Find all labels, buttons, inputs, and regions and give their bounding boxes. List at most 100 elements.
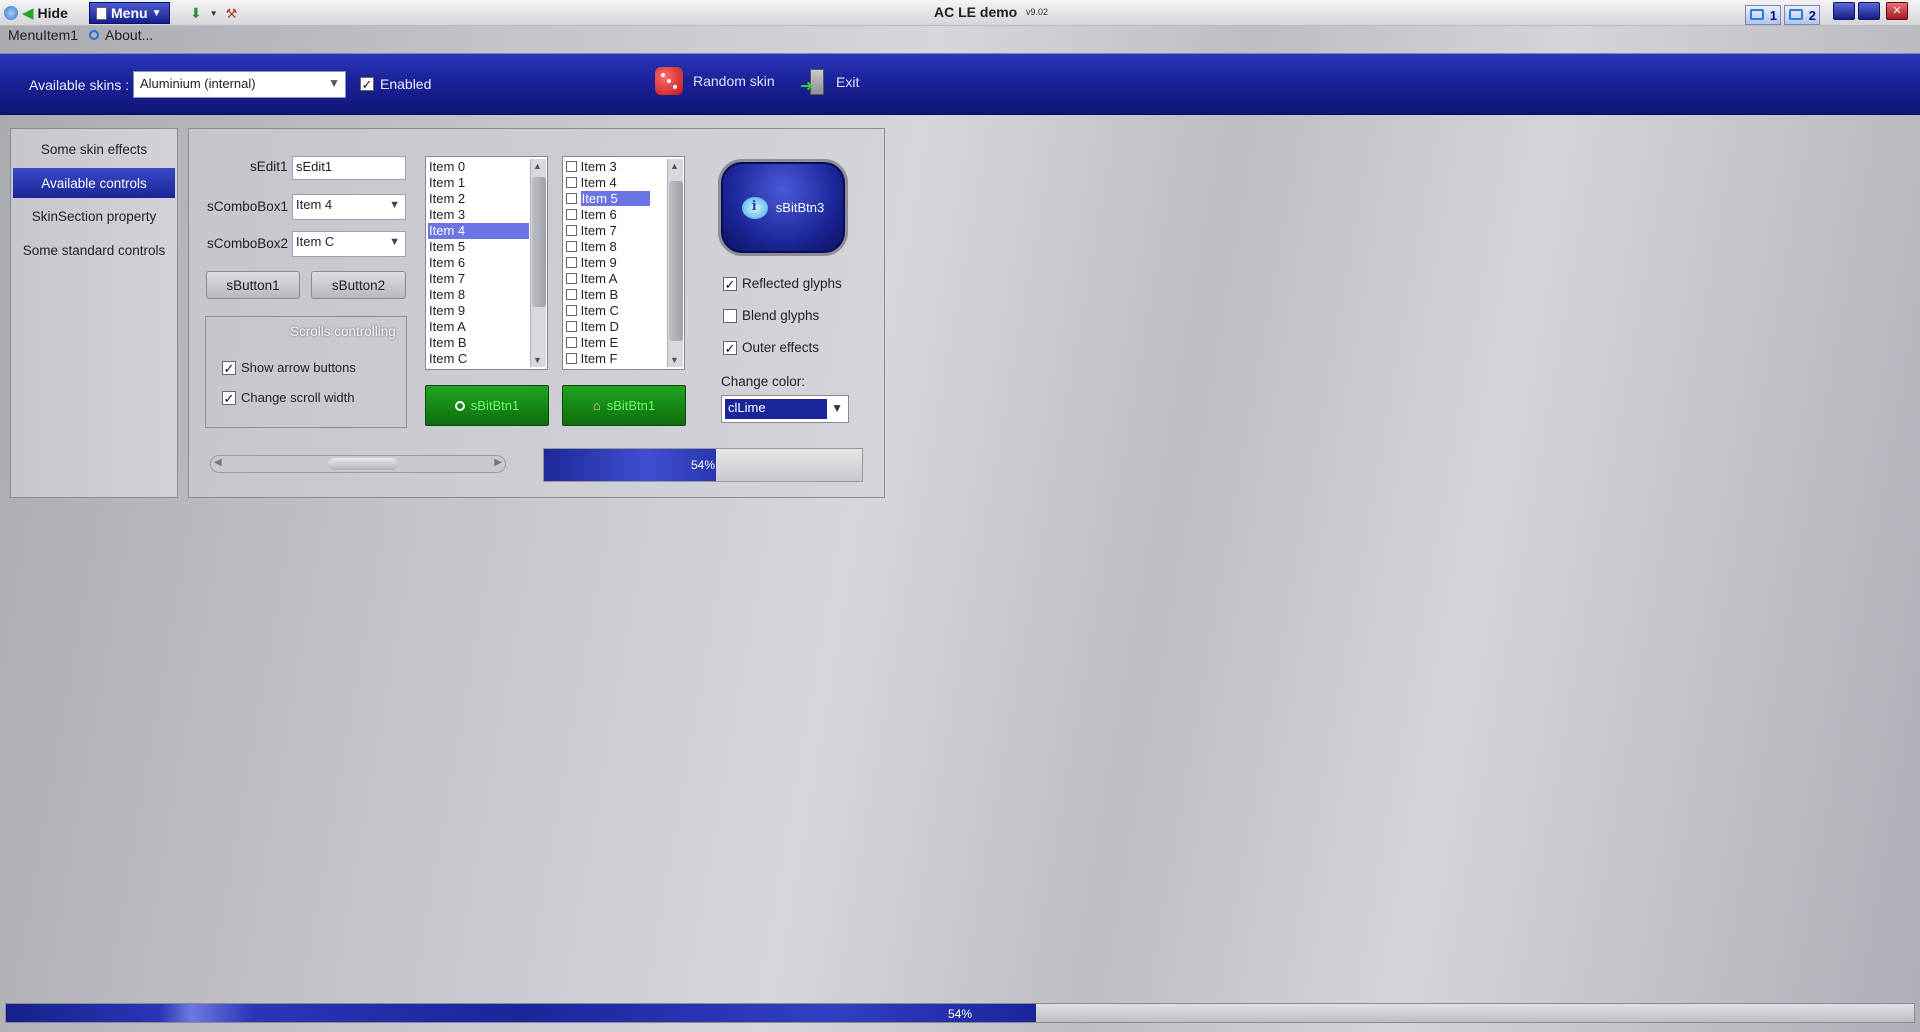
sedit1-input[interactable]: sEdit1 (292, 156, 406, 180)
list-item[interactable]: Item A (428, 319, 466, 335)
scroll-thumb[interactable] (328, 458, 398, 470)
color-select[interactable]: clLime ▼ (721, 395, 849, 423)
sbutton2[interactable]: sButton2 (311, 271, 406, 299)
list-item[interactable]: Item 2 (428, 191, 465, 207)
monitor-1-button[interactable]: 1 (1745, 5, 1781, 25)
checklist-item[interactable]: Item E (565, 335, 618, 351)
scombobox2-value: Item C (296, 234, 335, 249)
minimize-button[interactable] (1833, 2, 1855, 20)
exit-label: Exit (836, 74, 860, 90)
sidebar-item-skinsection-property[interactable]: SkinSection property (13, 201, 175, 231)
checklist-item[interactable]: Item 4 (565, 175, 617, 191)
menu-item-1[interactable]: MenuItem1 (8, 27, 78, 43)
checklist-item[interactable]: Item 7 (565, 223, 617, 239)
sbitbtn1-magnifier[interactable]: sBitBtn1 (425, 385, 549, 426)
scombobox1-select[interactable]: Item 4 ▼ (292, 194, 406, 220)
scroll-up-icon[interactable]: ▲ (533, 161, 542, 171)
checklist-item[interactable]: Item F (565, 351, 617, 367)
list-item[interactable]: Item 1 (428, 175, 465, 191)
checklist-scrollbar[interactable]: ▲ ▼ (667, 159, 683, 367)
sbitbtn3-label: sBitBtn3 (775, 200, 825, 215)
sedit1-label: sEdit1 (250, 159, 288, 174)
scroll-left-icon[interactable]: ◀ (214, 457, 222, 468)
random-skin-button[interactable]: Random skin (655, 67, 775, 95)
checklist-checkbox[interactable] (566, 353, 577, 364)
checklist-checkbox[interactable] (566, 241, 577, 252)
list-item[interactable]: Item B (428, 335, 467, 351)
skin-select-value: Aluminium (internal) (140, 76, 256, 91)
checklist-checkbox[interactable] (566, 321, 577, 332)
checklist-checkbox[interactable] (566, 177, 577, 188)
exit-button[interactable]: ➜ Exit (800, 69, 859, 95)
checklist-checkbox[interactable] (566, 193, 577, 204)
checklist-checkbox[interactable] (566, 289, 577, 300)
checklist-item[interactable]: Item 6 (565, 207, 617, 223)
checklist-item[interactable]: Item A (565, 271, 617, 287)
scombobox2-select[interactable]: Item C ▼ (292, 231, 406, 257)
horizontal-scrollbar[interactable]: ◀ ▶ (210, 455, 506, 473)
scroll-down-icon[interactable]: ▼ (670, 355, 679, 365)
list-item-selected[interactable]: Item 4 (428, 223, 529, 239)
sbitbtn3-button[interactable]: sBitBtn3 (718, 159, 848, 256)
sbutton1[interactable]: sButton1 (206, 271, 300, 299)
list-item[interactable]: Item 8 (428, 287, 465, 303)
sidebar-item-skin-effects[interactable]: Some skin effects (13, 134, 175, 164)
download-icon[interactable]: ⬇ (190, 5, 202, 22)
blend-glyphs-checkbox[interactable] (723, 309, 737, 323)
monitor-2-button[interactable]: 2 (1784, 5, 1820, 25)
dropdown-arrow-icon[interactable]: ▼ (210, 9, 218, 18)
scombobox2-label: sComboBox2 (207, 236, 289, 251)
scroll-down-icon[interactable]: ▼ (533, 355, 542, 365)
show-arrows-checkbox[interactable]: ✓ (222, 361, 236, 375)
scroll-thumb[interactable] (669, 181, 683, 341)
list-item[interactable]: Item C (428, 351, 467, 367)
checklist-item[interactable]: Item 3 (565, 159, 617, 175)
checklist-checkbox[interactable] (566, 337, 577, 348)
checklist-item[interactable]: Item C (565, 303, 619, 319)
sbitbtn1-label: sBitBtn1 (470, 398, 520, 413)
sidebar-item-standard-controls[interactable]: Some standard controls (13, 235, 175, 265)
listbox-scrollbar[interactable]: ▲ ▼ (530, 159, 546, 367)
checklist-item[interactable]: Item B (565, 287, 618, 303)
listbox[interactable]: Item 0 Item 1 Item 2 Item 3 Item 4 Item … (425, 156, 548, 370)
wrench-icon[interactable]: ⚒ (226, 6, 238, 22)
list-item[interactable]: Item 9 (428, 303, 465, 319)
checklist-checkbox[interactable] (566, 305, 577, 316)
list-item[interactable]: Item 3 (428, 207, 465, 223)
back-arrow-icon: ◀ (22, 5, 34, 22)
hide-button[interactable]: ◀ Hide (4, 2, 68, 24)
checklist-checkbox[interactable] (566, 209, 577, 220)
skin-select[interactable]: Aluminium (internal) ▼ (133, 71, 346, 98)
checklistbox[interactable]: Item 3 Item 4 Item 5 Item 6 Item 7 Item … (562, 156, 685, 370)
checklist-checkbox[interactable] (566, 161, 577, 172)
checklist-checkbox[interactable] (566, 273, 577, 284)
checklist-item[interactable]: Item D (565, 319, 619, 335)
scroll-up-icon[interactable]: ▲ (670, 161, 679, 171)
outer-effects-checkbox[interactable]: ✓ (723, 341, 737, 355)
checklist-item[interactable]: Item 8 (565, 239, 617, 255)
checklist-item[interactable]: Item 9 (565, 255, 617, 271)
sbitbtn1-home[interactable]: ⌂ sBitBtn1 (562, 385, 686, 426)
app-version: v9.02 (1026, 7, 1049, 17)
maximize-button[interactable] (1858, 2, 1880, 20)
list-item[interactable]: Item 6 (428, 255, 465, 271)
change-scroll-width-checkbox[interactable]: ✓ (222, 391, 236, 405)
checklist-checkbox[interactable] (566, 225, 577, 236)
list-item[interactable]: Item 5 (428, 239, 465, 255)
list-item[interactable]: Item 0 (428, 159, 465, 175)
sidebar-item-available-controls[interactable]: Available controls (13, 168, 175, 198)
menu-button[interactable]: Menu ▼ (89, 2, 171, 24)
scroll-right-icon[interactable]: ▶ (494, 457, 502, 468)
monitor-icon (1750, 9, 1764, 20)
progress-bar: 54% (543, 448, 863, 482)
checklist-item-label: Item 4 (580, 175, 617, 190)
enabled-checkbox[interactable]: ✓ (360, 77, 374, 91)
list-item[interactable]: Item 7 (428, 271, 465, 287)
reflected-glyphs-checkbox[interactable]: ✓ (723, 277, 737, 291)
scroll-thumb[interactable] (532, 177, 546, 307)
checklist-item[interactable]: Item 5 (565, 191, 650, 207)
close-button[interactable]: ✕ (1886, 2, 1908, 20)
reflected-glyphs-label: Reflected glyphs (742, 276, 842, 291)
checklist-checkbox[interactable] (566, 257, 577, 268)
about-menu-item[interactable]: About... (89, 27, 153, 43)
